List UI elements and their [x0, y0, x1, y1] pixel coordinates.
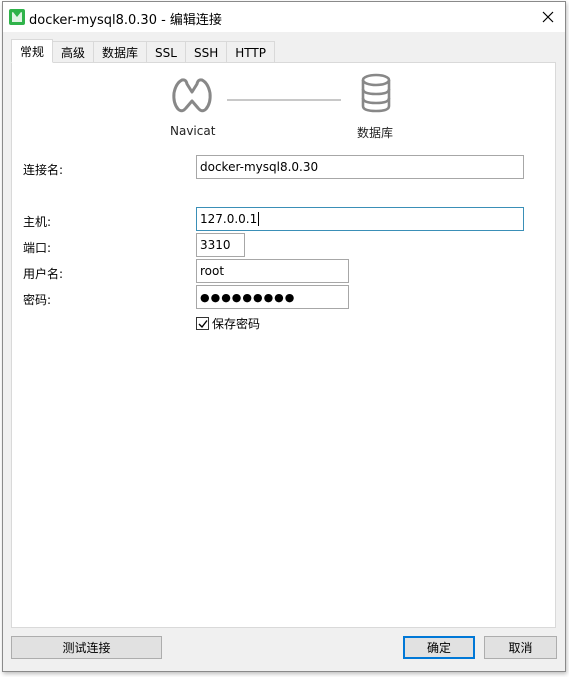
host-value: 127.0.0.1: [200, 212, 258, 226]
tab-advanced[interactable]: 高级: [53, 41, 95, 63]
connection-name-input[interactable]: docker-mysql8.0.30: [196, 155, 524, 179]
password-value: ●●●●●●●●●: [200, 290, 296, 304]
host-label: 主机:: [23, 215, 52, 229]
title-bar: docker-mysql8.0.30 - 编辑连接: [3, 2, 565, 32]
tab-strip: 常规 高级 数据库 SSL SSH HTTP: [11, 39, 275, 63]
tab-ssh[interactable]: SSH: [185, 41, 228, 63]
tab-databases[interactable]: 数据库: [94, 41, 148, 63]
ok-button[interactable]: 确定: [403, 636, 475, 659]
cancel-button[interactable]: 取消: [484, 636, 557, 659]
navicat-app-icon: [9, 9, 25, 25]
port-value: 3310: [200, 238, 231, 252]
host-input[interactable]: 127.0.0.1: [196, 207, 524, 231]
tab-http[interactable]: HTTP: [227, 41, 275, 63]
edit-connection-dialog: docker-mysql8.0.30 - 编辑连接 常规 高级 数据库 SSL …: [2, 1, 566, 672]
text-caret: [258, 212, 260, 226]
connection-line: [227, 99, 341, 101]
save-password-label: 保存密码: [212, 317, 261, 331]
username-label: 用户名:: [23, 267, 64, 281]
general-tab-panel: Navicat 数据库 连接名: docker-mysql8.0.30 主机: …: [11, 62, 556, 628]
password-input[interactable]: ●●●●●●●●●: [196, 285, 349, 309]
database-label: 数据库: [357, 126, 394, 140]
navicat-label: Navicat: [170, 124, 216, 138]
port-label: 端口:: [23, 241, 52, 255]
tab-ssl[interactable]: SSL: [147, 41, 186, 63]
window-title: docker-mysql8.0.30 - 编辑连接: [29, 13, 222, 28]
close-icon: [542, 11, 554, 23]
database-icon: [360, 73, 392, 116]
connection-name-label: 连接名:: [23, 163, 64, 177]
test-connection-button[interactable]: 测试连接: [11, 636, 162, 659]
save-password-option[interactable]: 保存密码: [196, 315, 260, 332]
password-label: 密码:: [23, 293, 52, 307]
save-password-checkbox[interactable]: [196, 317, 209, 330]
tab-general[interactable]: 常规: [11, 39, 54, 63]
close-button[interactable]: [531, 2, 565, 32]
checkmark-icon: [198, 319, 208, 328]
username-input[interactable]: root: [196, 259, 349, 283]
username-value: root: [200, 264, 225, 278]
navicat-logo-icon: [170, 75, 214, 118]
connection-name-value: docker-mysql8.0.30: [200, 160, 319, 174]
port-input[interactable]: 3310: [196, 233, 245, 257]
